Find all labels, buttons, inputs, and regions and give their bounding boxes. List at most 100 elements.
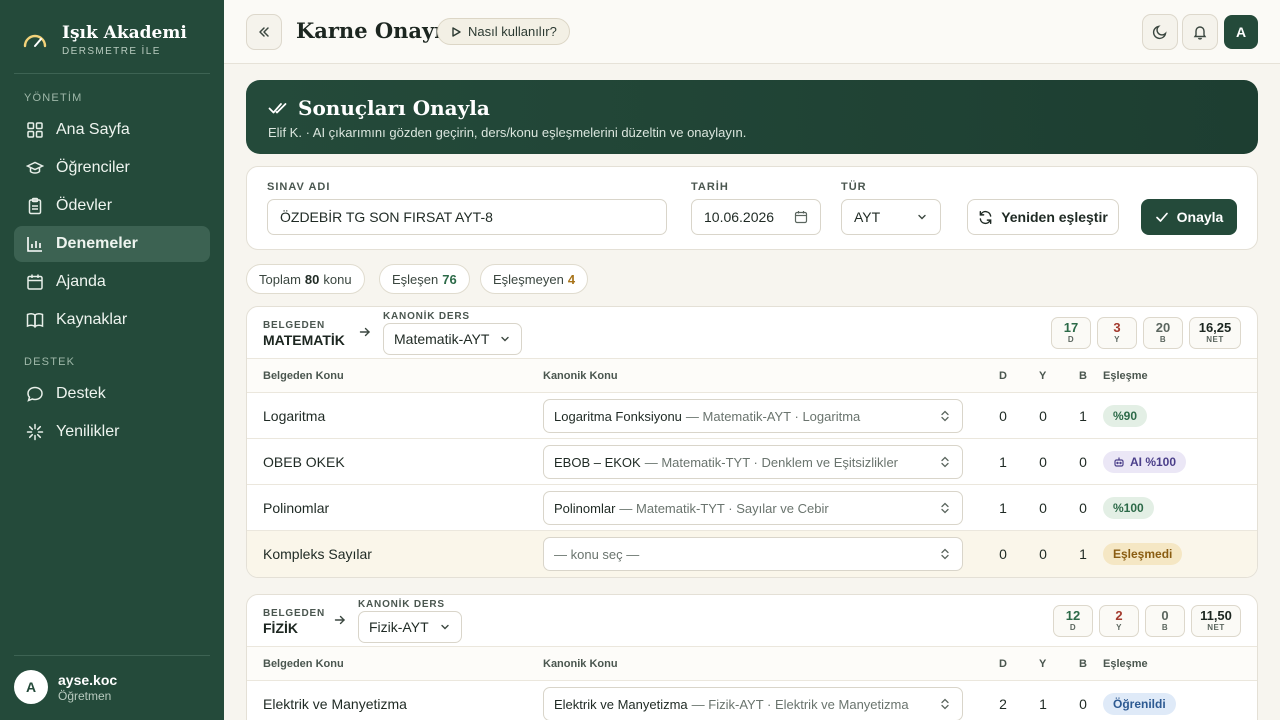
cell-b: 1 — [1079, 408, 1087, 424]
sidebar-item-students[interactable]: Öğrenciler — [14, 150, 210, 186]
sidebar: Işık Akademi DERSMETRE İLE YÖNETİM Ana S… — [0, 0, 224, 720]
theme-toggle-button[interactable] — [1142, 14, 1178, 50]
cell-d: 2 — [999, 696, 1007, 712]
sidebar-item-agenda[interactable]: Ajanda — [14, 264, 210, 300]
play-icon — [452, 26, 461, 37]
sidebar-item-resources[interactable]: Kaynaklar — [14, 302, 210, 338]
check-icon — [1155, 212, 1168, 222]
canon-topic-select[interactable]: — konu seç — — [543, 537, 963, 571]
doc-subject: BELGEDEN MATEMATİK — [263, 320, 345, 348]
topbar: Karne Onayı Nasıl kullanılır? A — [224, 0, 1280, 64]
cell-d: 0 — [999, 408, 1007, 424]
help-button[interactable]: Nasıl kullanılır? — [437, 18, 570, 45]
header-d: D — [999, 658, 1007, 670]
table-row: Logaritma Logaritma Fonksiyonu — Matemat… — [247, 393, 1257, 439]
doc-subject-name: FİZİK — [263, 620, 298, 636]
doc-topic: Logaritma — [263, 408, 326, 424]
exam-name-value: ÖZDEBİR TG SON FIRSAT AYT-8 — [280, 209, 493, 225]
date-value: 10.06.2026 — [704, 209, 775, 225]
score-wrong: 3Y — [1097, 317, 1137, 349]
canon-topic-select[interactable]: Logaritma Fonksiyonu — Matematik-AYT · L… — [543, 399, 963, 433]
sidebar-item-label: Ana Sayfa — [56, 121, 130, 138]
type-select[interactable]: AYT — [841, 199, 941, 235]
stat-value: 80 — [304, 271, 320, 287]
canon-topic-select[interactable]: EBOB – EKOK — Matematik-TYT · Denklem ve… — [543, 445, 963, 479]
approve-button[interactable]: Onayla — [1141, 199, 1237, 235]
doc-label: BELGEDEN — [263, 320, 325, 331]
cell-y: 0 — [1039, 408, 1047, 424]
match-badge: AI %100 — [1103, 451, 1187, 473]
cell-y: 0 — [1039, 454, 1047, 470]
header-doc-topic: Belgeden Konu — [263, 370, 344, 382]
chat-icon — [27, 386, 43, 402]
type-value: AYT — [854, 209, 881, 225]
bell-icon — [1193, 26, 1207, 40]
grid-icon — [27, 122, 43, 138]
chevron-up-down-icon — [941, 456, 949, 468]
match-badge: Eşleşmedi — [1103, 543, 1183, 565]
date-input[interactable]: 10.06.2026 — [691, 199, 821, 235]
doc-label: BELGEDEN — [263, 608, 325, 619]
sidebar-item-support[interactable]: Destek — [14, 376, 210, 412]
page-title: Karne Onayı — [296, 18, 443, 43]
cell-y: 0 — [1039, 500, 1047, 516]
score-correct: 17 D — [1051, 317, 1091, 349]
canon-topic-placeholder: — konu seç — — [554, 546, 640, 562]
chevron-up-down-icon — [941, 410, 949, 422]
doc-topic: Kompleks Sayılar — [263, 546, 372, 562]
canon-topic-select[interactable]: Elektrik ve Manyetizma — Fizik-AYT · Ele… — [543, 687, 963, 720]
canon-label: KANONİK DERS — [358, 599, 445, 610]
canon-subject-select[interactable]: Fizik-AYT — [358, 611, 462, 643]
table-header: Belgeden Konu Kanonik Konu D Y B Eşleşme — [247, 647, 1257, 681]
chevron-down-icon — [918, 214, 926, 220]
sidebar-item-label: Ajanda — [56, 273, 106, 290]
rematch-button[interactable]: Yeniden eşleştir — [967, 199, 1119, 235]
sidebar-item-assignments[interactable]: Ödevler — [14, 188, 210, 224]
exam-name-input[interactable]: ÖZDEBİR TG SON FIRSAT AYT-8 — [267, 199, 667, 235]
table-row: Polinomlar Polinomlar — Matematik-TYT · … — [247, 485, 1257, 531]
canon-subject-select[interactable]: Matematik-AYT — [383, 323, 523, 355]
header-y: Y — [1039, 370, 1047, 382]
chevron-down-icon — [501, 336, 510, 342]
stat-unit: konu — [323, 271, 352, 287]
sidebar-item-home[interactable]: Ana Sayfa — [14, 112, 210, 148]
arrow-right-icon — [359, 327, 370, 337]
table-row: Elektrik ve Manyetizma Elektrik ve Manye… — [247, 681, 1257, 720]
sidebar-item-label: Öğrenciler — [56, 159, 130, 176]
book-icon — [26, 313, 44, 328]
canon-topic-main: EBOB – EKOK — [554, 454, 641, 470]
sidebar-item-exams[interactable]: Denemeler — [14, 226, 210, 262]
header-b: B — [1079, 370, 1087, 382]
user-name: ayse.koc — [58, 671, 118, 688]
graduation-cap-icon — [26, 161, 44, 174]
chevron-up-down-icon — [941, 502, 949, 514]
score-label: Y — [1116, 623, 1122, 632]
canon-subject: KANONİK DERS Fizik-AYT — [358, 599, 462, 643]
match-badge: Öğrenildi — [1103, 693, 1176, 715]
header-match: Eşleşme — [1103, 370, 1148, 382]
doc-subject-name: MATEMATİK — [263, 332, 345, 348]
header-match: Eşleşme — [1103, 658, 1148, 670]
score-correct: 12 D — [1053, 605, 1093, 637]
cell-d: 0 — [999, 546, 1007, 562]
user-profile[interactable]: A ayse.koc Öğretmen — [14, 670, 117, 704]
canon-topic-select[interactable]: Polinomlar — Matematik-TYT · Sayılar ve … — [543, 491, 963, 525]
collapse-sidebar-button[interactable] — [246, 14, 282, 50]
canon-topic-main: Logaritma Fonksiyonu — [554, 408, 682, 424]
score-blank: 20 B — [1143, 317, 1183, 349]
cell-d: 1 — [999, 500, 1007, 516]
brand: Işık Akademi DERSMETRE İLE — [22, 22, 187, 57]
score-value: 0 — [1161, 608, 1169, 623]
chevron-down-icon — [440, 624, 449, 630]
arrow-right-icon — [334, 615, 345, 625]
sidebar-item-whats-new[interactable]: Yenilikler — [14, 414, 210, 450]
stat-unmatched: Eşleşmeyen 4 — [480, 264, 589, 294]
account-avatar-button[interactable]: A — [1224, 15, 1258, 49]
score-value: 3 — [1113, 320, 1121, 335]
doc-subject: BELGEDEN FİZİK — [263, 608, 325, 636]
user-role: Öğretmen — [58, 688, 112, 703]
sparkle-icon — [26, 423, 44, 441]
exam-name-label: SINAV ADI — [267, 181, 331, 193]
header-doc-topic: Belgeden Konu — [263, 658, 344, 670]
notifications-button[interactable] — [1182, 14, 1218, 50]
